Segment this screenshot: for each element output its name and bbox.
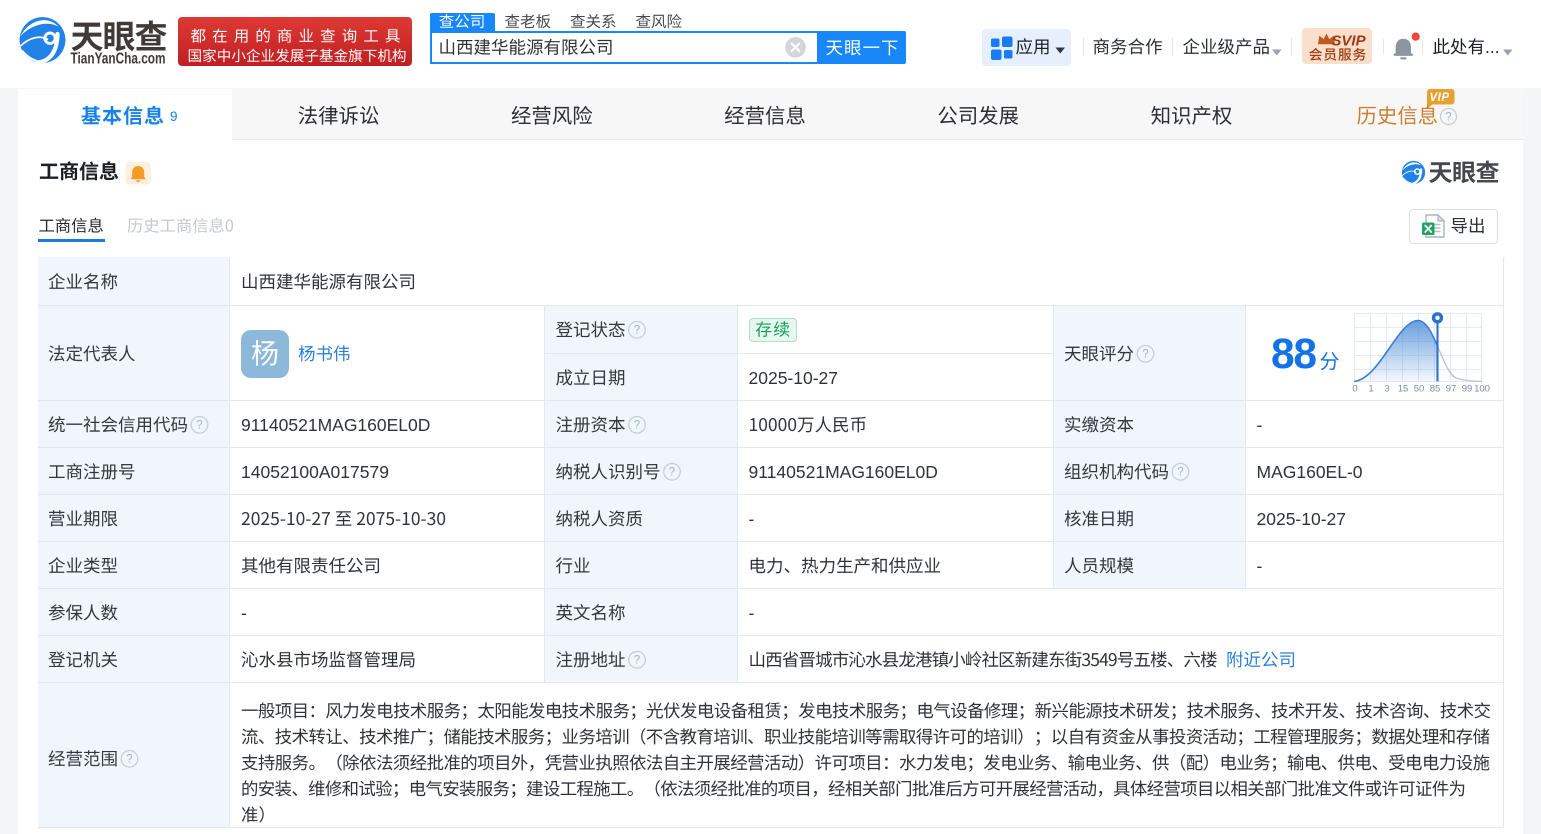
svg-text:...: ...	[1485, 37, 1500, 57]
svg-text:TianYanCha.com: TianYanCha.com	[71, 51, 166, 68]
